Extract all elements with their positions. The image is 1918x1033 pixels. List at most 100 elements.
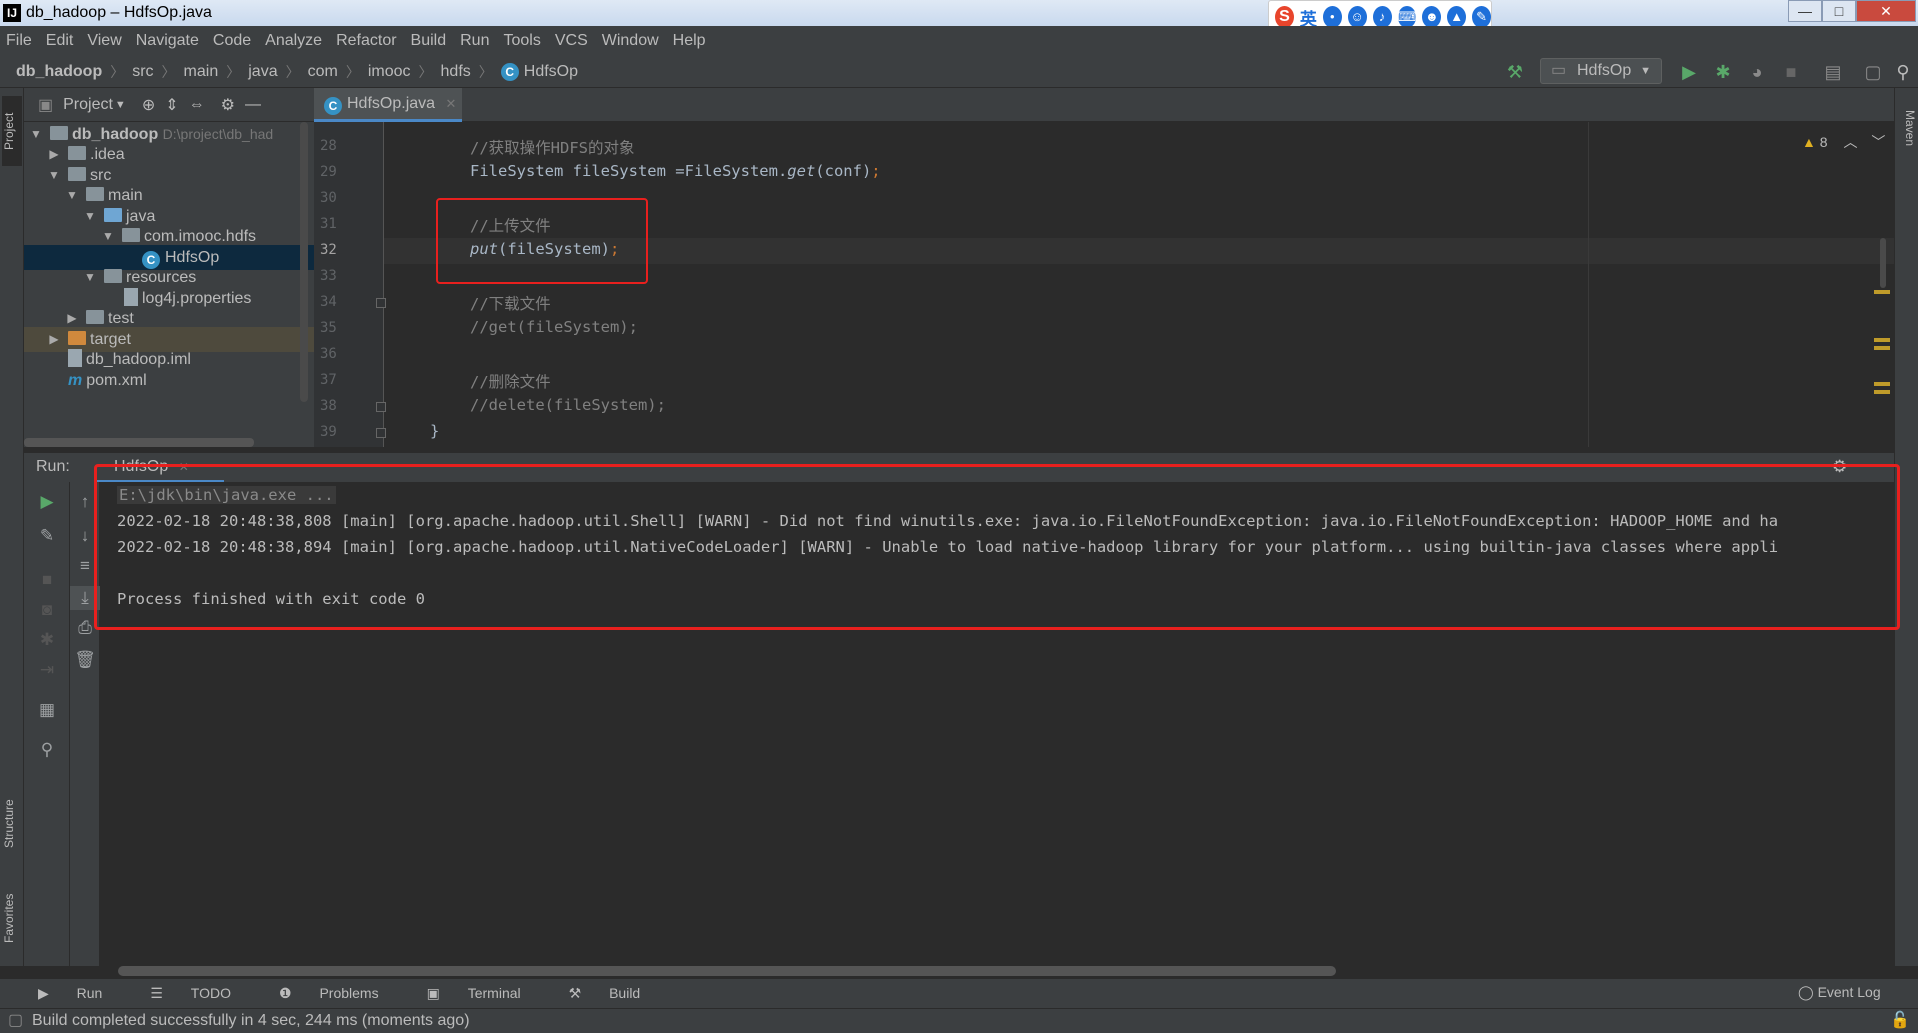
menu-file[interactable]: File (6, 32, 32, 50)
pin-icon[interactable]: ⚲ (24, 738, 70, 762)
breadcrumb-src[interactable]: src (132, 63, 153, 81)
menu-edit[interactable]: Edit (46, 32, 74, 50)
ime-logo-icon[interactable]: S (1275, 6, 1294, 28)
run-config-select[interactable]: ▭ HdfsOp ▼ (1540, 58, 1662, 84)
next-highlight-icon[interactable]: ﹀ (1871, 134, 1885, 150)
menu-analyze[interactable]: Analyze (265, 32, 322, 50)
tab-build[interactable]: ⚒ Build (569, 985, 665, 1002)
menu-tools[interactable]: Tools (503, 32, 540, 50)
fold-marker[interactable] (376, 402, 386, 412)
exit-icon[interactable]: ⇥ (24, 658, 70, 682)
expand-all-icon[interactable]: ⇕ (165, 95, 178, 115)
keyboard-icon[interactable]: ⌨ (1397, 6, 1417, 28)
menu-vcs[interactable]: VCS (555, 32, 588, 50)
menu-view[interactable]: View (87, 32, 121, 50)
maximize-button[interactable]: □ (1822, 0, 1856, 22)
breadcrumb-project[interactable]: db_hadoop (16, 63, 102, 81)
locate-icon[interactable]: ⊕ (142, 95, 155, 115)
skin-icon[interactable]: ▲ (1447, 6, 1467, 28)
line-number: 39 (320, 424, 337, 440)
menu-refactor[interactable]: Refactor (336, 32, 396, 50)
coverage-icon[interactable]: ◕ (1746, 61, 1768, 83)
tab-project[interactable]: Project (2, 96, 22, 166)
tab-maven[interactable]: Maven (1897, 98, 1917, 158)
project-view-select[interactable]: Project (63, 96, 113, 114)
chevron-down-icon: ▼ (1640, 65, 1651, 77)
layout-icon[interactable]: ▦ (24, 698, 70, 722)
hammer-icon: ⚒ (568, 985, 586, 1001)
tab-favorites[interactable]: Favorites (2, 878, 22, 958)
breadcrumb-imooc[interactable]: imooc (368, 63, 411, 81)
tab-structure[interactable]: Structure (2, 784, 22, 864)
collapse-all-icon[interactable]: ⇔ (189, 96, 205, 114)
stop-icon[interactable]: ■ (24, 568, 70, 592)
close-button[interactable]: ✕ (1856, 0, 1916, 22)
microphone-icon[interactable]: ♪ (1372, 6, 1392, 28)
edit-config-icon[interactable]: ✎ (24, 524, 70, 548)
stop-icon[interactable]: ■ (1780, 61, 1802, 83)
run-icon: ▶ (38, 985, 53, 1001)
warning-stripe[interactable] (1874, 346, 1890, 350)
folder-icon (86, 187, 104, 201)
menu-build[interactable]: Build (411, 32, 447, 50)
hide-icon[interactable]: — (245, 96, 261, 114)
console-horizontal-scrollbar[interactable] (118, 966, 1336, 976)
warning-icon: ▲ (1802, 134, 1816, 150)
editor-scrollbar[interactable] (1880, 238, 1886, 288)
lock-icon[interactable]: 🔓 (1890, 1009, 1910, 1033)
close-tab-icon[interactable]: ✕ (446, 96, 457, 111)
run-panel-label: Run: (36, 458, 70, 475)
chevron-down-icon[interactable]: ▼ (115, 99, 126, 111)
build-hammer-icon[interactable]: ⚒ (1504, 61, 1526, 83)
event-log-button[interactable]: ◯ Event Log (1798, 984, 1881, 1001)
status-message[interactable]: Build completed successfully in 4 sec, 2… (32, 1012, 470, 1029)
menu-code[interactable]: Code (213, 32, 251, 50)
gear-icon[interactable]: ⚙ (221, 95, 235, 115)
debug-icon[interactable]: ✱ (1712, 61, 1734, 83)
fold-marker[interactable] (376, 298, 386, 308)
run-icon[interactable]: ▶ (1678, 61, 1700, 83)
menu-navigate[interactable]: Navigate (136, 32, 199, 50)
status-toggle-icon[interactable]: ▢ (8, 1009, 23, 1033)
punctuation-icon[interactable]: • (1322, 6, 1342, 28)
debug-icon[interactable]: ✱ (24, 628, 70, 652)
rerun-icon[interactable]: ▶ (24, 490, 70, 514)
breadcrumb-main[interactable]: main (184, 63, 219, 81)
camera-icon[interactable]: ◙ (24, 598, 70, 622)
tree-item-pom[interactable]: m pom.xml (24, 368, 314, 393)
user-icon[interactable]: ☻ (1422, 6, 1442, 28)
minimize-button[interactable]: — (1788, 0, 1822, 22)
inspection-widget[interactable]: ▲ 8 ︿ ﹀ (1802, 132, 1885, 152)
breadcrumb-class[interactable]: HdfsOp (524, 63, 578, 81)
breadcrumb-com[interactable]: com (308, 63, 338, 81)
tab-hdfsop-java[interactable]: C HdfsOp.java ✕ (314, 88, 462, 122)
previous-highlight-icon[interactable]: ︿ (1843, 134, 1857, 150)
tab-run[interactable]: ▶ Run (38, 985, 126, 1002)
menu-help[interactable]: Help (673, 32, 706, 50)
tab-problems[interactable]: ❶ Problems (279, 985, 403, 1002)
warning-count: 8 (1819, 134, 1828, 150)
wrench-icon[interactable]: ✎ (1472, 6, 1491, 28)
warning-stripe[interactable] (1874, 290, 1890, 294)
tab-todo[interactable]: ☰ TODO (150, 985, 255, 1002)
project-panel-header: ▣ Project ▼ ⊕ ⇕ ⇔ ⚙ — (24, 88, 314, 122)
presentation-icon[interactable]: ▢ (1862, 61, 1884, 83)
breadcrumb-java[interactable]: java (248, 63, 277, 81)
source-folder-icon (104, 208, 122, 222)
warning-stripe[interactable] (1874, 382, 1890, 386)
menu-window[interactable]: Window (602, 32, 659, 50)
emoji-icon[interactable]: ☺ (1347, 6, 1367, 28)
menu-run[interactable]: Run (460, 32, 489, 50)
list-icon: ☰ (150, 985, 167, 1001)
search-icon[interactable]: ⚲ (1892, 61, 1914, 83)
tree-scrollbar[interactable] (300, 122, 308, 402)
fold-marker[interactable] (376, 428, 386, 438)
warning-stripe[interactable] (1874, 390, 1890, 394)
tab-terminal[interactable]: ▣ Terminal (427, 985, 545, 1002)
tree-horizontal-scrollbar[interactable] (24, 438, 254, 447)
line-number: 36 (320, 346, 337, 362)
project-structure-icon[interactable]: ▤ (1822, 61, 1844, 83)
breadcrumb-hdfs[interactable]: hdfs (441, 63, 471, 81)
warning-stripe[interactable] (1874, 338, 1890, 342)
trash-icon[interactable]: 🗑 (70, 648, 100, 672)
